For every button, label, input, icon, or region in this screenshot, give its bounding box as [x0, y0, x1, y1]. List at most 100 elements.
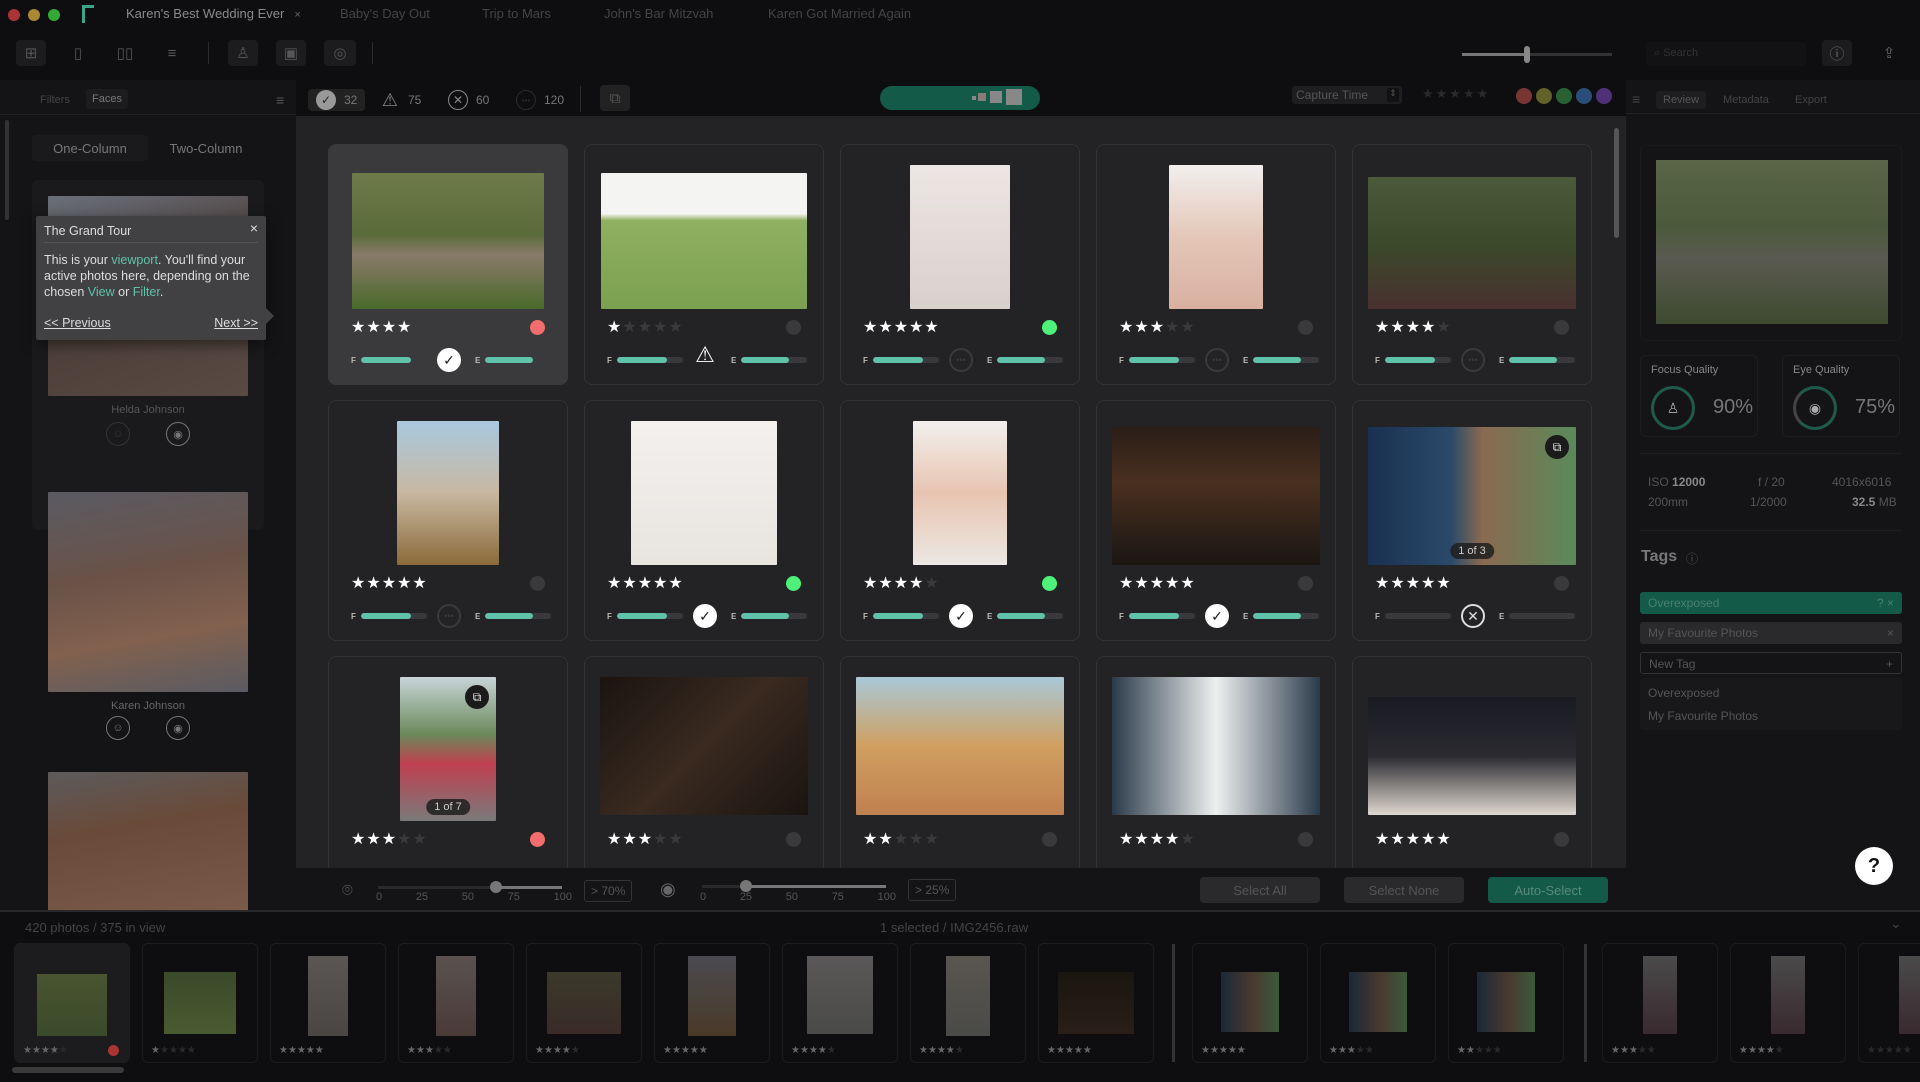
eye-threshold-value[interactable]: > 25% [908, 879, 957, 901]
minimize-window-button[interactable] [28, 9, 40, 21]
rejected-icon[interactable]: ✕ [1461, 604, 1485, 628]
star-icon[interactable]: ★ [366, 831, 381, 848]
filmstrip-item[interactable]: ★★★★★ [1448, 943, 1564, 1063]
tab-metadata[interactable]: Metadata [1716, 91, 1776, 109]
list-view-button[interactable]: ≡ [157, 40, 187, 66]
photo-thumbnail[interactable] [1112, 677, 1320, 815]
star-icon[interactable]: ★ [1390, 575, 1405, 592]
star-icon[interactable]: ★ [894, 319, 909, 336]
menu-icon[interactable]: ≡ [276, 92, 284, 108]
photo-card[interactable]: ★★★★★ F E ••• [1096, 144, 1336, 385]
star-icon[interactable]: ★ [622, 319, 637, 336]
stack-icon[interactable]: ⧉ [1545, 435, 1569, 459]
color-label-filter[interactable] [1576, 88, 1592, 104]
photo-thumbnail[interactable] [397, 421, 499, 565]
undecided-icon[interactable]: ••• [1461, 348, 1485, 372]
select-none-button[interactable]: Select None [1344, 877, 1464, 903]
star-rating[interactable]: ★★★★★ [1375, 829, 1452, 849]
star-rating[interactable]: ★★★★★ [351, 317, 428, 337]
photo-thumbnail[interactable] [1368, 697, 1576, 815]
star-rating[interactable]: ★★★★★ [607, 573, 684, 593]
star-icon[interactable]: ★ [1421, 831, 1436, 848]
photo-thumbnail[interactable] [1368, 177, 1576, 309]
left-panel-scrollbar[interactable] [5, 120, 9, 220]
star-icon[interactable]: ★ [878, 831, 893, 848]
star-icon[interactable]: ★ [412, 831, 427, 848]
tab-4[interactable]: Karen Got Married Again [768, 6, 911, 21]
star-icon[interactable]: ★ [1180, 575, 1195, 592]
close-icon[interactable]: × [250, 220, 258, 236]
star-icon[interactable]: ★ [1150, 319, 1165, 336]
accepted-icon[interactable]: ✓ [949, 604, 973, 628]
photo-card[interactable]: 1 of 7 ⧉ ★★★★★ [328, 656, 568, 897]
burst-button[interactable]: ◎ [324, 40, 356, 66]
star-icon[interactable]: ★ [351, 831, 366, 848]
tag-remove-icon[interactable]: ? × [1877, 596, 1894, 610]
share-button[interactable]: ⇪ [1874, 40, 1904, 66]
stack-toggle-button[interactable]: ⧉ [600, 85, 630, 111]
photo-card[interactable]: ★★★★★ F E ✓ [1096, 400, 1336, 641]
color-label-filter[interactable] [1596, 88, 1612, 104]
star-icon[interactable]: ★ [1436, 319, 1451, 336]
star-icon[interactable]: ★ [1421, 575, 1436, 592]
star-icon[interactable]: ★ [668, 831, 683, 848]
star-icon[interactable]: ★ [924, 319, 939, 336]
star-icon[interactable]: ★ [1134, 575, 1149, 592]
help-button[interactable]: ? [1855, 847, 1893, 885]
filmstrip-item[interactable]: ★★★★★ [1730, 943, 1846, 1063]
color-label-dot[interactable] [530, 832, 545, 847]
star-icon[interactable]: ★ [909, 831, 924, 848]
accepted-filter[interactable]: ✓ 32 [308, 89, 366, 111]
viewport-link[interactable]: viewport [111, 253, 158, 267]
star-rating[interactable]: ★★★★★ [863, 573, 940, 593]
two-column-toggle[interactable]: Two-Column [148, 135, 264, 161]
star-rating[interactable]: ★★★★★ [1119, 317, 1196, 337]
color-label-dot[interactable] [1298, 832, 1313, 847]
tab-faces[interactable]: Faces [86, 89, 128, 109]
star-icon[interactable]: ★ [668, 575, 683, 592]
star-icon[interactable]: ★ [909, 575, 924, 592]
star-icon[interactable]: ★ [412, 575, 427, 592]
star-icon[interactable]: ★ [668, 319, 683, 336]
star-icon[interactable]: ★ [1390, 831, 1405, 848]
color-label-dot[interactable] [1298, 576, 1313, 591]
star-icon[interactable]: ★ [1406, 319, 1421, 336]
photo-card[interactable]: 1 of 3 ⧉ ★★★★★ F E ✕ [1352, 400, 1592, 641]
new-tag-input[interactable]: New Tag + [1640, 652, 1902, 674]
undecided-icon[interactable]: ••• [437, 604, 461, 628]
rejected-filter[interactable]: ✕ 60 [440, 89, 497, 111]
star-icon[interactable]: ★ [622, 575, 637, 592]
size-xs-icon[interactable] [972, 96, 976, 100]
color-label-dot[interactable] [1554, 576, 1569, 591]
right-menu-icon[interactable]: ≡ [1632, 91, 1640, 107]
focus-threshold-value[interactable]: > 70% [584, 880, 633, 902]
star-rating[interactable]: ★★★★★ [863, 317, 940, 337]
filmstrip-item[interactable]: ★★★★★ [1320, 943, 1436, 1063]
undecided-icon[interactable]: ••• [949, 348, 973, 372]
filmstrip-item[interactable]: ★★★★★ [782, 943, 898, 1063]
color-label-dot[interactable] [1042, 320, 1057, 335]
filmstrip-item[interactable]: ★★★★★ [398, 943, 514, 1063]
filmstrip-item[interactable]: ★★★★★ [1602, 943, 1718, 1063]
filmstrip-item[interactable]: ★★★★★ [1858, 943, 1920, 1063]
star-icon[interactable]: ★ [638, 575, 653, 592]
star-rating[interactable]: ★★★★★ [607, 317, 684, 337]
photo-card[interactable]: ★★★★★ F E ✓ [328, 144, 568, 385]
star-icon[interactable]: ★ [863, 831, 878, 848]
filmstrip-item[interactable]: ★★★★★ [1192, 943, 1308, 1063]
color-label-dot[interactable] [530, 576, 545, 591]
filmstrip-item[interactable]: ★★★★★ [14, 943, 130, 1063]
one-column-toggle[interactable]: One-Column [32, 135, 148, 161]
star-icon[interactable]: ★ [924, 831, 939, 848]
filter-link[interactable]: Filter [133, 285, 160, 299]
maximize-window-button[interactable] [48, 9, 60, 21]
star-icon[interactable]: ★ [382, 831, 397, 848]
tab-1[interactable]: Baby's Day Out [340, 6, 430, 21]
face-thumbnail[interactable] [48, 772, 248, 912]
star-rating[interactable]: ★★★★★ [1119, 573, 1196, 593]
star-icon[interactable]: ★ [878, 575, 893, 592]
star-icon[interactable]: ★ [909, 319, 924, 336]
star-icon[interactable]: ★ [1119, 575, 1134, 592]
warning-filter[interactable]: ⚠ 75 [372, 89, 429, 111]
star-icon[interactable]: ★ [1150, 831, 1165, 848]
